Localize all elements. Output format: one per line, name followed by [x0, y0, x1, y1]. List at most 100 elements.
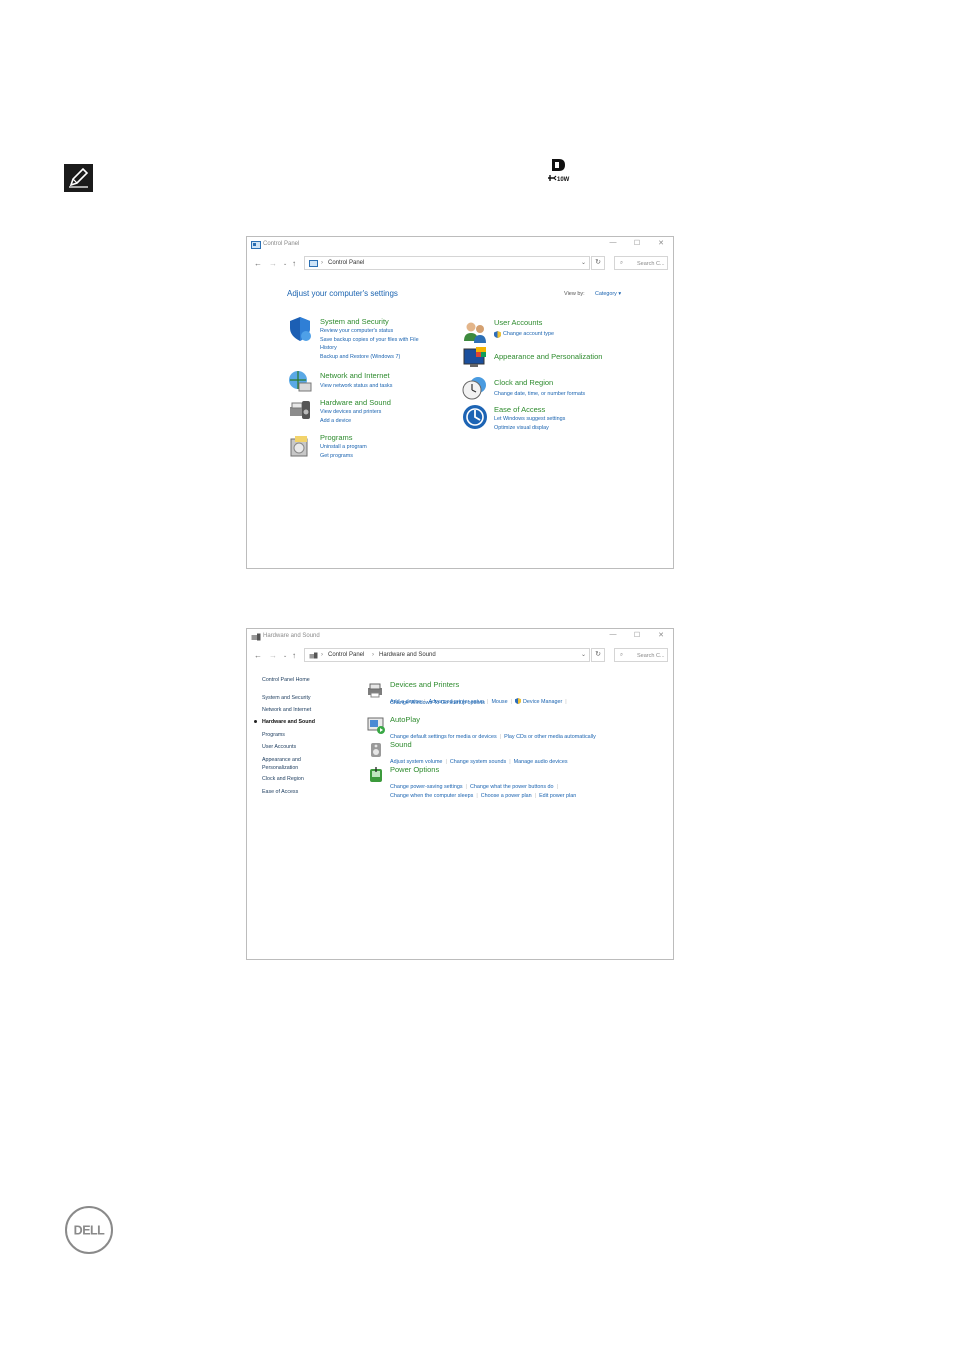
dp-wattage-label: 10W [557, 177, 570, 183]
link-add-device[interactable]: Add a device [320, 418, 351, 424]
autoplay-icon [367, 717, 385, 734]
link-windows-to-go[interactable]: Change Windows To Go startup options [390, 700, 485, 706]
link-network-status[interactable]: View network status and tasks [320, 383, 392, 389]
separator: | [509, 759, 511, 765]
refresh-button[interactable]: ↻ [591, 648, 605, 662]
title-bar: Control Panel — ☐ ✕ [247, 237, 673, 254]
link-change-system-sounds[interactable]: Change system sounds [450, 759, 506, 765]
link-play-cds[interactable]: Play CDs or other media automatically [504, 734, 596, 740]
view-by-dropdown[interactable]: Category ▾ [595, 291, 621, 297]
link-change-account-type[interactable]: Change account type [503, 331, 554, 337]
nav-control-panel-home[interactable]: Control Panel Home [262, 677, 310, 683]
ease-of-access-icon [463, 405, 487, 429]
search-placeholder: Search C... [637, 653, 665, 659]
active-bullet [254, 720, 257, 723]
category-programs[interactable]: Programs [320, 433, 353, 442]
category-appearance[interactable]: Appearance and Personalization [494, 352, 602, 361]
search-placeholder: Search C... [637, 261, 665, 267]
nav-hardware-sound[interactable]: Hardware and Sound [262, 719, 315, 725]
up-arrow-icon[interactable]: ↑ [292, 652, 296, 660]
hardware-sound-window: Hardware and Sound — ☐ ✕ ← → ⌄ ↑ › Contr… [246, 628, 674, 960]
search-icon: ⌕ [620, 652, 624, 658]
link-save-backup[interactable]: Save backup copies of your files with Fi… [320, 337, 419, 343]
displayport-power-icon: 10W [542, 157, 574, 185]
breadcrumb-hardware-sound[interactable]: Hardware and Sound [379, 652, 436, 658]
nav-network-internet[interactable]: Network and Internet [262, 707, 311, 713]
section-autoplay[interactable]: AutoPlay [390, 715, 420, 724]
separator: | [565, 699, 567, 705]
breadcrumb-control-panel[interactable]: Control Panel [328, 260, 364, 266]
recent-dropdown-icon[interactable]: ⌄ [283, 652, 287, 660]
breadcrumb-separator: › [372, 652, 374, 658]
nav-ease-of-access[interactable]: Ease of Access [262, 789, 298, 795]
hardware-sound-address-icon [309, 652, 318, 659]
link-optimize-display[interactable]: Optimize visual display [494, 425, 549, 431]
address-dropdown-icon[interactable]: ⌄ [581, 651, 586, 658]
recent-dropdown-icon[interactable]: ⌄ [283, 260, 287, 268]
address-bar[interactable]: › Control Panel ⌄ [304, 256, 590, 270]
hardware-sound-small-icon [251, 633, 261, 641]
link-computer-sleeps[interactable]: Change when the computer sleeps [390, 793, 473, 799]
close-button[interactable]: ✕ [656, 631, 666, 639]
link-device-manager[interactable]: Device Manager [523, 699, 562, 705]
search-box[interactable]: ⌕ Search C... [614, 648, 668, 662]
page-heading: Adjust your computer's settings [287, 289, 398, 298]
up-arrow-icon[interactable]: ↑ [292, 260, 296, 268]
nav-personalization[interactable]: Personalization [262, 765, 298, 771]
section-sound[interactable]: Sound [390, 740, 412, 749]
window-title: Hardware and Sound [263, 633, 320, 639]
maximize-button[interactable]: ☐ [632, 631, 642, 639]
clock-globe-icon [462, 377, 486, 400]
section-power-options[interactable]: Power Options [390, 765, 439, 774]
link-edit-power-plan[interactable]: Edit power plan [539, 793, 576, 799]
dell-logo-text: DELL [74, 1224, 106, 1238]
nav-clock-region[interactable]: Clock and Region [262, 776, 304, 782]
link-mouse[interactable]: Mouse [491, 699, 507, 705]
printer-speaker-icon [290, 401, 310, 419]
separator: | [487, 699, 489, 705]
category-hardware-sound[interactable]: Hardware and Sound [320, 398, 391, 407]
forward-arrow-icon[interactable]: → [269, 652, 277, 660]
refresh-button[interactable]: ↻ [591, 256, 605, 270]
forward-arrow-icon[interactable]: → [269, 260, 277, 268]
close-button[interactable]: ✕ [656, 239, 666, 247]
back-arrow-icon[interactable]: ← [254, 260, 262, 268]
link-view-devices[interactable]: View devices and printers [320, 409, 381, 415]
control-panel-icon [251, 241, 261, 249]
link-manage-audio-devices[interactable]: Manage audio devices [514, 759, 568, 765]
separator: | [499, 734, 502, 740]
search-box[interactable]: ⌕ Search C... [614, 256, 668, 270]
link-review-status[interactable]: Review your computer's status [320, 328, 393, 334]
link-change-date-time[interactable]: Change date, time, or number formats [494, 391, 585, 397]
nav-user-accounts[interactable]: User Accounts [262, 744, 296, 750]
category-user-accounts[interactable]: User Accounts [494, 318, 542, 327]
monitor-palette-icon [463, 347, 486, 367]
minimize-button[interactable]: — [608, 239, 618, 246]
section-devices-printers[interactable]: Devices and Printers [390, 680, 459, 689]
link-file-history[interactable]: History [320, 345, 337, 351]
window-title: Control Panel [263, 241, 300, 247]
breadcrumb-control-panel[interactable]: Control Panel [328, 652, 364, 658]
link-uninstall-program[interactable]: Uninstall a program [320, 444, 367, 450]
nav-programs[interactable]: Programs [262, 732, 285, 738]
link-get-programs[interactable]: Get programs [320, 453, 353, 459]
category-system-security[interactable]: System and Security [320, 317, 389, 326]
programs-disk-icon [290, 436, 308, 457]
autoplay-links: Change default settings for media or dev… [390, 725, 596, 743]
address-dropdown-icon[interactable]: ⌄ [581, 259, 586, 266]
link-backup-restore[interactable]: Backup and Restore (Windows 7) [320, 354, 400, 360]
category-ease-of-access[interactable]: Ease of Access [494, 405, 545, 414]
power-options-icon [370, 767, 382, 782]
nav-system-security[interactable]: System and Security [262, 695, 311, 701]
link-choose-power-plan[interactable]: Choose a power plan [481, 793, 532, 799]
category-network-internet[interactable]: Network and Internet [320, 371, 390, 380]
back-arrow-icon[interactable]: ← [254, 652, 262, 660]
category-clock-region[interactable]: Clock and Region [494, 378, 553, 387]
link-let-windows-suggest[interactable]: Let Windows suggest settings [494, 416, 565, 422]
minimize-button[interactable]: — [608, 631, 618, 638]
title-bar: Hardware and Sound — ☐ ✕ [247, 629, 673, 646]
view-by-label: View by: [564, 291, 585, 297]
address-bar[interactable]: › Control Panel › Hardware and Sound ⌄ [304, 648, 590, 662]
maximize-button[interactable]: ☐ [632, 239, 642, 247]
nav-appearance[interactable]: Appearance and [262, 757, 301, 763]
